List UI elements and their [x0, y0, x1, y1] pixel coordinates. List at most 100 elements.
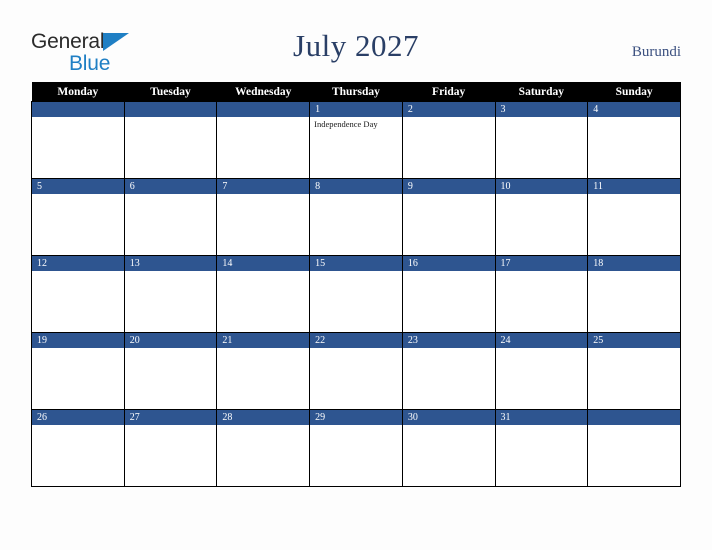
page-title: July 2027	[293, 28, 419, 63]
day-number: 16	[402, 256, 495, 271]
calendar-day-cell[interactable]: 2	[401, 101, 496, 179]
calendar-day-cell[interactable]: 7	[216, 178, 311, 256]
weekday-header-saturday: Saturday	[495, 82, 588, 102]
calendar-day-cell[interactable]: 22	[309, 332, 403, 410]
weekday-header-tuesday: Tuesday	[124, 82, 217, 102]
calendar-day-cell[interactable]: 31	[494, 409, 589, 487]
calendar-day-cell[interactable]: 24	[494, 332, 589, 410]
day-cell-inner: 13	[124, 256, 217, 332]
day-cell-inner: 2	[402, 102, 495, 178]
calendar-day-cell[interactable]: 29	[309, 409, 403, 487]
page-header: General Blue July 2027 Burundi	[0, 0, 712, 82]
day-number: 26	[32, 410, 124, 425]
day-number: 9	[402, 179, 495, 194]
holiday-label: Independence Day	[314, 119, 378, 129]
day-cell-inner	[32, 102, 124, 178]
day-cell-inner: 19	[32, 333, 124, 409]
day-number	[588, 410, 680, 425]
calendar-week-row: 26 27 28 29 30 31	[31, 409, 681, 487]
day-cell-inner: 23	[402, 333, 495, 409]
calendar-day-cell[interactable]: 21	[216, 332, 311, 410]
weekday-row: Monday Tuesday Wednesday Thursday Friday Satu…	[31, 82, 681, 102]
calendar-day-cell[interactable]: 30	[401, 409, 496, 487]
day-cell-inner: 21	[217, 333, 310, 409]
day-cell-inner: 18	[588, 256, 680, 332]
day-number: 27	[124, 410, 217, 425]
day-number: 2	[402, 102, 495, 117]
day-cell-inner: 1 Independence Day	[310, 102, 402, 178]
day-cell-inner: 22	[310, 333, 402, 409]
day-cell-inner: 12	[32, 256, 124, 332]
calendar-empty-cell	[31, 101, 125, 179]
day-number: 11	[588, 179, 680, 194]
calendar-day-cell[interactable]: 9	[401, 178, 496, 256]
calendar-day-cell[interactable]: 28	[216, 409, 311, 487]
calendar-day-cell[interactable]: 1 Independence Day	[309, 101, 403, 179]
calendar-day-cell[interactable]: 14	[216, 255, 311, 333]
day-number: 23	[402, 333, 495, 348]
day-number: 20	[124, 333, 217, 348]
day-number: 22	[310, 333, 402, 348]
calendar-week-row: 12 13 14 15 16 17 18	[31, 255, 681, 333]
calendar-day-cell[interactable]: 17	[494, 255, 589, 333]
day-number	[32, 102, 124, 117]
day-number: 24	[495, 333, 588, 348]
day-cell-inner: 20	[124, 333, 217, 409]
day-cell-inner	[217, 102, 310, 178]
day-cell-inner: 6	[124, 179, 217, 255]
day-cell-inner: 11	[588, 179, 680, 255]
calendar-day-cell[interactable]: 5	[31, 178, 125, 256]
calendar-day-cell[interactable]: 19	[31, 332, 125, 410]
day-number: 4	[588, 102, 680, 117]
calendar-day-cell[interactable]: 16	[401, 255, 496, 333]
weekday-header-sunday: Sunday	[587, 82, 681, 102]
calendar-day-cell[interactable]: 23	[401, 332, 496, 410]
calendar-day-cell[interactable]: 18	[587, 255, 681, 333]
calendar-day-cell[interactable]: 20	[123, 332, 218, 410]
day-number: 3	[495, 102, 588, 117]
day-cell-inner: 27	[124, 410, 217, 486]
day-number: 30	[402, 410, 495, 425]
day-cell-inner: 4	[588, 102, 680, 178]
calendar-day-cell[interactable]: 11	[587, 178, 681, 256]
day-cell-inner: 26	[32, 410, 124, 486]
day-number	[124, 102, 217, 117]
weekday-header-friday: Friday	[402, 82, 496, 102]
calendar-day-cell[interactable]: 12	[31, 255, 125, 333]
day-number: 10	[495, 179, 588, 194]
day-number: 8	[310, 179, 402, 194]
country-label: Burundi	[631, 44, 681, 60]
day-number: 7	[217, 179, 310, 194]
weekday-header-thursday: Thursday	[309, 82, 403, 102]
day-cell-inner	[588, 410, 680, 486]
calendar-day-cell[interactable]: 15	[309, 255, 403, 333]
day-number: 14	[217, 256, 310, 271]
day-cell-inner: 8	[310, 179, 402, 255]
calendar-empty-cell	[216, 101, 311, 179]
day-number: 31	[495, 410, 588, 425]
day-cell-inner: 7	[217, 179, 310, 255]
calendar-day-cell[interactable]: 10	[494, 178, 589, 256]
day-number: 12	[32, 256, 124, 271]
calendar-day-cell[interactable]: 8	[309, 178, 403, 256]
calendar-grid: Monday Tuesday Wednesday Thursday Friday Satu…	[31, 82, 681, 487]
day-cell-inner: 16	[402, 256, 495, 332]
calendar-day-cell[interactable]: 4	[587, 101, 681, 179]
calendar-week-row: 19 20 21 22 23 24 25	[31, 332, 681, 410]
day-number	[217, 102, 310, 117]
day-cell-inner: 31	[495, 410, 588, 486]
day-cell-inner: 30	[402, 410, 495, 486]
calendar-day-cell[interactable]: 3	[494, 101, 589, 179]
calendar-day-cell[interactable]: 13	[123, 255, 218, 333]
calendar-day-cell[interactable]: 26	[31, 409, 125, 487]
weekday-header-wednesday: Wednesday	[216, 82, 310, 102]
calendar-day-cell[interactable]: 27	[123, 409, 218, 487]
calendar-week-row: 5 6 7 8 9 10 11	[31, 178, 681, 256]
calendar-day-cell[interactable]: 6	[123, 178, 218, 256]
calendar-day-cell[interactable]: 25	[587, 332, 681, 410]
day-cell-inner	[124, 102, 217, 178]
day-number: 17	[495, 256, 588, 271]
day-cell-inner: 9	[402, 179, 495, 255]
day-cell-inner: 5	[32, 179, 124, 255]
day-cell-inner: 24	[495, 333, 588, 409]
